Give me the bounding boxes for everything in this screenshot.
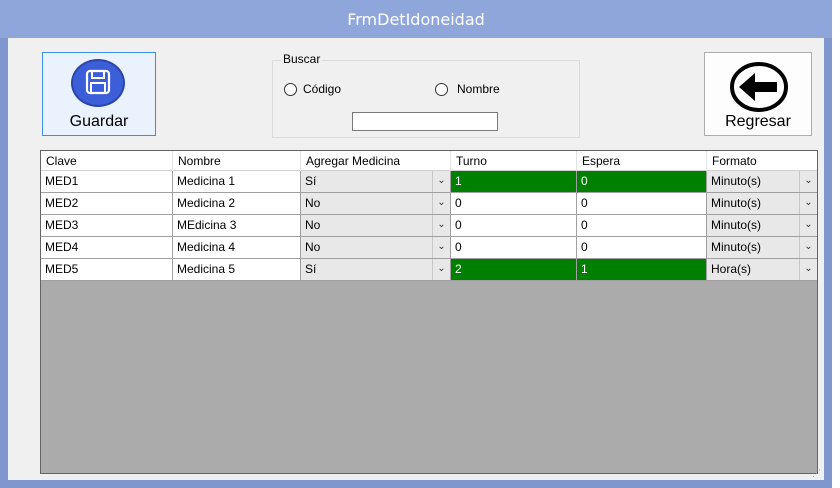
column-header-turno[interactable]: Turno — [451, 151, 577, 171]
formato-combo[interactable]: Minuto(s) ⌄ — [707, 237, 817, 258]
chevron-down-icon[interactable]: ⌄ — [432, 259, 450, 280]
column-header-formato[interactable]: Formato — [707, 151, 817, 171]
cell-nombre[interactable]: Medicina 4 — [173, 237, 301, 258]
medicine-grid[interactable]: Clave Nombre Agregar Medicina Turno Espe… — [40, 150, 818, 474]
chevron-down-icon[interactable]: ⌄ — [799, 259, 817, 280]
search-input[interactable] — [352, 112, 498, 131]
cell-clave[interactable]: MED3 — [41, 215, 173, 236]
resize-grip[interactable]: ⋰ — [812, 468, 822, 478]
formato-combo[interactable]: Minuto(s) ⌄ — [707, 171, 817, 192]
cell-espera[interactable]: 0 — [577, 237, 707, 258]
agregar-value: No — [305, 218, 321, 232]
agregar-combo[interactable]: Sí ⌄ — [301, 171, 451, 192]
chevron-down-icon[interactable]: ⌄ — [799, 215, 817, 236]
column-header-agregar[interactable]: Agregar Medicina — [301, 151, 451, 171]
chevron-down-icon[interactable]: ⌄ — [432, 237, 450, 258]
table-row[interactable]: MED1 Medicina 1 Sí ⌄ 1 0 Minuto(s) ⌄ — [41, 171, 817, 193]
chevron-down-icon[interactable]: ⌄ — [799, 193, 817, 214]
title-bar[interactable]: FrmDetIdoneidad — [0, 0, 832, 38]
table-row[interactable]: MED4 Medicina 4 No ⌄ 0 0 Minuto(s) ⌄ — [41, 237, 817, 259]
buscar-legend: Buscar — [281, 52, 323, 66]
column-header-espera[interactable]: Espera — [577, 151, 707, 171]
app-window: FrmDetIdoneidad Guardar Buscar Código No… — [0, 0, 832, 488]
codigo-radio[interactable] — [284, 83, 297, 96]
formato-value: Minuto(s) — [711, 174, 762, 188]
nombre-radio[interactable] — [435, 83, 448, 96]
chevron-down-icon[interactable]: ⌄ — [799, 171, 817, 192]
table-row[interactable]: MED5 Medicina 5 Sí ⌄ 2 1 Hora(s) ⌄ — [41, 259, 817, 281]
cell-turno[interactable]: 0 — [451, 237, 577, 258]
cell-espera[interactable]: 0 — [577, 193, 707, 214]
form-client-area: Guardar Buscar Código Nombre Regresar Cl… — [8, 38, 824, 480]
codigo-label: Código — [303, 82, 342, 96]
chevron-down-icon[interactable]: ⌄ — [432, 215, 450, 236]
regresar-label: Regresar — [725, 113, 791, 130]
floppy-disk-icon — [71, 59, 125, 107]
cell-espera[interactable]: 1 — [577, 259, 707, 280]
cell-clave[interactable]: MED4 — [41, 237, 173, 258]
agregar-value: Sí — [305, 262, 317, 276]
agregar-combo[interactable]: No ⌄ — [301, 193, 451, 214]
agregar-value: Sí — [305, 174, 317, 188]
cell-clave[interactable]: MED2 — [41, 193, 173, 214]
chevron-down-icon[interactable]: ⌄ — [799, 237, 817, 258]
grid-header: Clave Nombre Agregar Medicina Turno Espe… — [41, 151, 817, 171]
table-row[interactable]: MED2 Medicina 2 No ⌄ 0 0 Minuto(s) ⌄ — [41, 193, 817, 215]
cell-nombre[interactable]: Medicina 1 — [173, 171, 301, 192]
arrow-left-icon — [730, 62, 788, 112]
column-header-nombre[interactable]: Nombre — [173, 151, 301, 171]
agregar-combo[interactable]: No ⌄ — [301, 237, 451, 258]
cell-nombre[interactable]: Medicina 2 — [173, 193, 301, 214]
chevron-down-icon[interactable]: ⌄ — [432, 193, 450, 214]
chevron-down-icon[interactable]: ⌄ — [432, 171, 450, 192]
formato-value: Minuto(s) — [711, 196, 762, 210]
formato-value: Minuto(s) — [711, 218, 762, 232]
cell-nombre[interactable]: Medicina 5 — [173, 259, 301, 280]
cell-espera[interactable]: 0 — [577, 171, 707, 192]
agregar-combo[interactable]: No ⌄ — [301, 215, 451, 236]
regresar-button[interactable]: Regresar — [704, 52, 812, 136]
guardar-button[interactable]: Guardar — [42, 52, 156, 136]
buscar-group: Buscar Código Nombre — [272, 52, 580, 138]
formato-combo[interactable]: Minuto(s) ⌄ — [707, 193, 817, 214]
cell-turno[interactable]: 0 — [451, 193, 577, 214]
cell-turno[interactable]: 1 — [451, 171, 577, 192]
column-header-clave[interactable]: Clave — [41, 151, 173, 171]
formato-combo[interactable]: Hora(s) ⌄ — [707, 259, 817, 280]
formato-value: Minuto(s) — [711, 240, 762, 254]
nombre-label: Nombre — [457, 82, 500, 96]
formato-combo[interactable]: Minuto(s) ⌄ — [707, 215, 817, 236]
agregar-value: No — [305, 240, 321, 254]
table-row[interactable]: MED3 MEdicina 3 No ⌄ 0 0 Minuto(s) ⌄ — [41, 215, 817, 237]
formato-value: Hora(s) — [711, 262, 752, 276]
agregar-value: No — [305, 196, 321, 210]
cell-turno[interactable]: 2 — [451, 259, 577, 280]
guardar-label: Guardar — [69, 113, 129, 130]
window-title: FrmDetIdoneidad — [347, 10, 485, 29]
agregar-combo[interactable]: Sí ⌄ — [301, 259, 451, 280]
cell-turno[interactable]: 0 — [451, 215, 577, 236]
cell-clave[interactable]: MED5 — [41, 259, 173, 280]
cell-nombre[interactable]: MEdicina 3 — [173, 215, 301, 236]
cell-espera[interactable]: 0 — [577, 215, 707, 236]
cell-clave[interactable]: MED1 — [41, 171, 173, 192]
